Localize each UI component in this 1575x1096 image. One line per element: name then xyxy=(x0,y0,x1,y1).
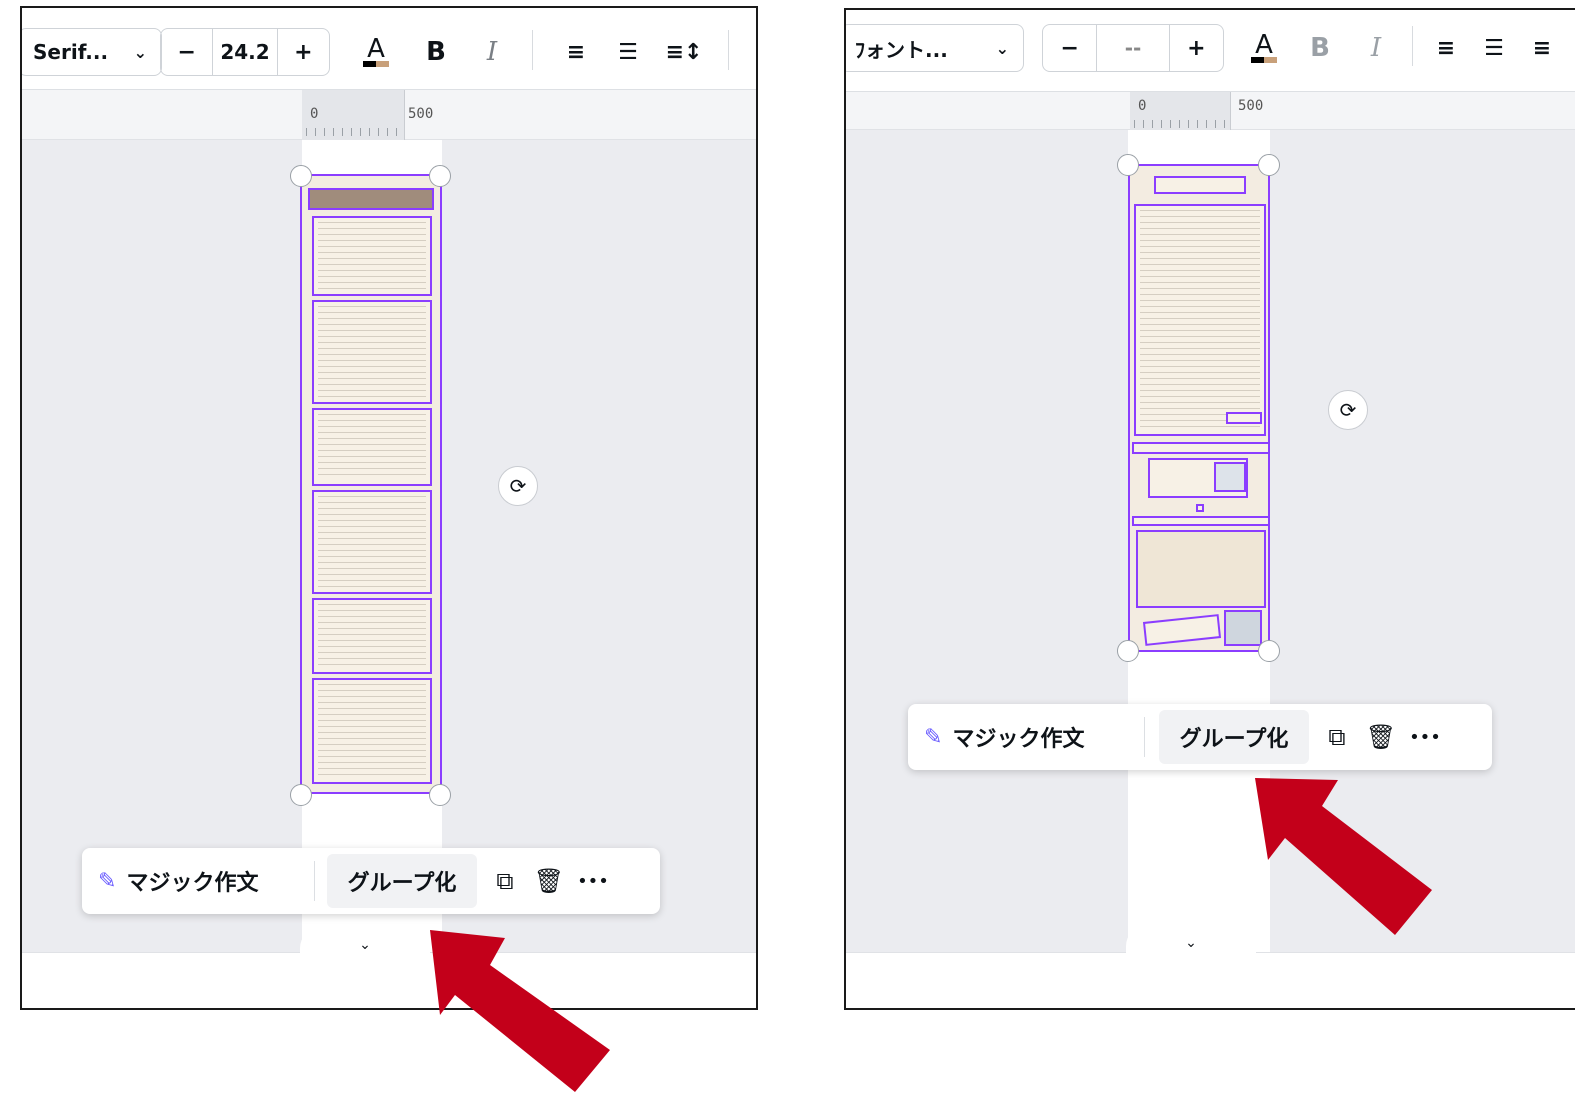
context-menu: ✎ マジック作文 グループ化 ⧉ 🗑 ••• xyxy=(82,848,660,914)
expand-tab[interactable]: ⌄ xyxy=(1126,926,1256,960)
align-center-icon[interactable]: ≡ xyxy=(556,28,596,76)
font-size-input[interactable]: 24.2 xyxy=(212,29,278,75)
ruler: 0 500 xyxy=(846,92,1575,130)
magic-write-label: マジック作文 xyxy=(952,727,1085,752)
font-family-select[interactable]: ﾌォント... ⌄ xyxy=(846,24,1024,72)
text-card xyxy=(312,408,432,486)
resize-handle[interactable] xyxy=(1258,640,1280,662)
spacing-icon[interactable]: ≡↕ xyxy=(664,28,704,76)
text-card xyxy=(312,598,432,674)
chevron-down-icon: ⌄ xyxy=(1185,935,1197,951)
resize-handle[interactable] xyxy=(1117,640,1139,662)
list-icon[interactable]: ☰ xyxy=(608,28,648,76)
magic-write-button[interactable]: ✎ マジック作文 xyxy=(82,848,314,914)
resize-handle[interactable] xyxy=(290,165,312,187)
ruler-label-0: 0 xyxy=(1138,98,1147,114)
bottom-bar xyxy=(846,952,1575,1008)
decrease-size-button[interactable]: − xyxy=(1043,25,1096,71)
article-text xyxy=(1134,204,1266,436)
text-color-button[interactable]: A xyxy=(356,28,396,76)
italic-button[interactable]: I xyxy=(1356,24,1396,72)
footer-caption xyxy=(1142,614,1222,646)
decrease-size-button[interactable]: − xyxy=(161,29,212,75)
selected-group[interactable] xyxy=(1128,164,1270,652)
ruler-label-500: 500 xyxy=(1238,98,1264,114)
resize-handle[interactable] xyxy=(290,784,312,806)
font-size-stepper: − -- + xyxy=(1042,24,1224,72)
rotate-icon[interactable]: ⟳ xyxy=(498,466,538,506)
text-color-icon: A xyxy=(367,34,385,64)
expand-tab[interactable]: ⌄ xyxy=(300,928,430,962)
chevron-down-icon: ⌄ xyxy=(995,38,1009,58)
bold-button[interactable]: B xyxy=(1300,24,1340,72)
header-banner xyxy=(308,188,434,210)
text-toolbar: Serif... ⌄ − 24.2 + A B I ≡ ☰ ≡↕ xyxy=(22,8,756,90)
text-card xyxy=(312,300,432,404)
resize-handle[interactable] xyxy=(1258,154,1280,176)
selected-group[interactable] xyxy=(300,174,442,794)
profile-image xyxy=(1214,462,1246,492)
footer-avatar xyxy=(1224,610,1262,646)
magic-write-button[interactable]: ✎ マジック作文 xyxy=(908,704,1144,770)
dot xyxy=(1196,504,1204,512)
more-icon[interactable]: ••• xyxy=(1403,710,1447,764)
bold-button[interactable]: B xyxy=(416,28,456,76)
trash-icon[interactable]: 🗑 xyxy=(527,854,571,908)
trash-icon[interactable]: 🗑 xyxy=(1359,710,1403,764)
font-size-stepper: − 24.2 + xyxy=(160,28,330,76)
list-icon[interactable]: ☰ xyxy=(1474,24,1514,72)
group-button[interactable]: グループ化 xyxy=(327,854,477,908)
italic-button[interactable]: I xyxy=(472,28,512,76)
title-box xyxy=(1154,176,1246,194)
group-button[interactable]: グループ化 xyxy=(1159,710,1309,764)
left-editor-panel: Serif... ⌄ − 24.2 + A B I ≡ ☰ ≡↕ 0 500 ⟳… xyxy=(20,6,758,1010)
text-toolbar: ﾌォント... ⌄ − -- + A B I ≡ ☰ ≡ xyxy=(846,10,1575,92)
context-menu: ✎ マジック作文 グループ化 ⧉ 🗑 ••• xyxy=(908,704,1492,770)
section-bar xyxy=(1132,442,1270,454)
chevron-down-icon: ⌄ xyxy=(133,42,147,62)
font-family-value: Serif... xyxy=(33,40,109,64)
font-family-select[interactable]: Serif... ⌄ xyxy=(22,28,162,76)
ruler: 0 500 xyxy=(22,90,756,140)
magic-wand-icon: ✎ xyxy=(98,868,117,894)
font-family-value: ﾌォント... xyxy=(855,37,948,62)
text-color-button[interactable]: A xyxy=(1244,24,1284,72)
increase-size-button[interactable]: + xyxy=(278,29,329,75)
ruler-label-0: 0 xyxy=(310,106,319,122)
more-icon[interactable]: ••• xyxy=(571,854,615,908)
spacing-icon[interactable]: ≡ xyxy=(1522,24,1562,72)
increase-size-button[interactable]: + xyxy=(1170,25,1223,71)
align-center-icon[interactable]: ≡ xyxy=(1426,24,1466,72)
text-card xyxy=(312,678,432,784)
magic-wand-icon: ✎ xyxy=(924,724,943,750)
ruler-label-500: 500 xyxy=(408,106,434,122)
text-card xyxy=(312,216,432,296)
text-card xyxy=(312,490,432,594)
chevron-down-icon: ⌄ xyxy=(359,937,371,953)
rotate-icon[interactable]: ⟳ xyxy=(1328,390,1368,430)
resize-handle[interactable] xyxy=(1117,154,1139,176)
right-editor-panel: ﾌォント... ⌄ − -- + A B I ≡ ☰ ≡ 0 500 ⟳ ✎ マ… xyxy=(844,8,1575,1010)
duplicate-icon[interactable]: ⧉ xyxy=(483,854,527,908)
duplicate-icon[interactable]: ⧉ xyxy=(1315,710,1359,764)
resize-handle[interactable] xyxy=(429,165,451,187)
grid-block xyxy=(1136,530,1266,608)
resize-handle[interactable] xyxy=(429,784,451,806)
font-size-input[interactable]: -- xyxy=(1096,25,1170,71)
small-label xyxy=(1226,412,1262,424)
grid-header xyxy=(1132,516,1270,526)
magic-write-label: マジック作文 xyxy=(126,871,259,896)
text-color-icon: A xyxy=(1255,30,1273,60)
